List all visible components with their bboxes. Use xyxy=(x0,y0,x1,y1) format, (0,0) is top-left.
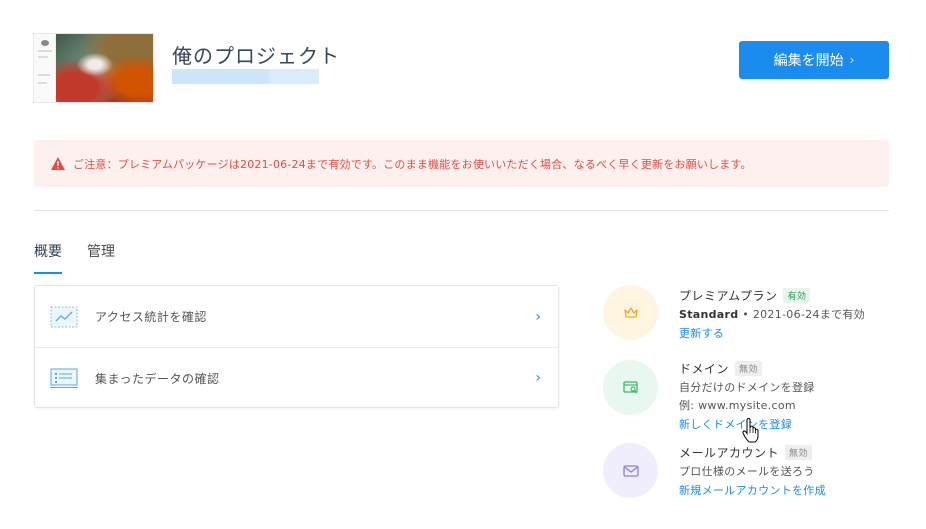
tab-manage[interactable]: 管理 xyxy=(87,241,115,274)
start-editing-button[interactable]: 編集を開始 › xyxy=(739,41,889,79)
domain-title: ドメイン xyxy=(679,362,730,376)
chevron-right-icon: › xyxy=(535,370,541,386)
mail-account-title: メールアカウント xyxy=(679,446,780,460)
collected-data-row[interactable]: 集まったデータの確認 › xyxy=(35,347,558,408)
status-badge: 有効 xyxy=(783,288,811,303)
waterfall-image xyxy=(56,34,153,102)
project-title: 俺のプロジェクト xyxy=(172,44,340,68)
access-stats-label: アクセス統計を確認 xyxy=(95,310,207,324)
hand-cursor-icon xyxy=(742,418,759,443)
premium-expiry-alert: ご注意：プレミアムパッケージは2021-06-24まで有効です。このまま機能をお… xyxy=(34,140,889,187)
crown-icon xyxy=(623,307,638,318)
domain-icon xyxy=(622,381,638,394)
status-badge: 無効 xyxy=(735,361,763,376)
mail-icon xyxy=(622,464,639,477)
domain-description: 自分だけのドメインを登録 xyxy=(679,381,815,394)
tab-bar: 概要 管理 xyxy=(34,241,140,274)
project-thumbnail xyxy=(33,33,154,103)
quick-actions-card: アクセス統計を確認 › 集まったデータの確認 › xyxy=(34,285,559,408)
access-stats-row[interactable]: アクセス統計を確認 › xyxy=(35,286,558,347)
mail-icon-circle xyxy=(603,443,658,498)
project-url-redacted xyxy=(172,69,319,84)
create-mail-account-link[interactable]: 新規メールアカウントを作成 xyxy=(679,482,926,498)
list-icon xyxy=(50,368,78,388)
renew-link[interactable]: 更新する xyxy=(679,325,926,341)
warning-icon xyxy=(51,157,65,170)
alert-message: ご注意：プレミアムパッケージは2021-06-24まで有効です。このまま機能をお… xyxy=(73,157,752,171)
thumbnail-sidebar xyxy=(34,34,56,102)
register-domain-link[interactable]: 新しくドメインを登録 xyxy=(679,416,926,432)
domain-example: 例: www.mysite.com xyxy=(679,399,796,412)
chart-icon xyxy=(50,306,78,327)
section-divider xyxy=(34,210,889,211)
plan-expiry: • 2021-06-24まで有効 xyxy=(738,308,865,321)
plan-name: Standard xyxy=(679,308,739,321)
domain-icon-circle xyxy=(603,360,658,415)
status-badge: 無効 xyxy=(785,445,813,460)
mail-description: プロ仕様のメールを送ろう xyxy=(679,465,815,478)
chevron-right-icon: › xyxy=(535,308,541,325)
premium-plan-title: プレミアムプラン xyxy=(679,289,778,303)
collected-data-label: 集まったデータの確認 xyxy=(95,371,220,386)
start-editing-label: 編集を開始 xyxy=(773,53,844,69)
tab-overview[interactable]: 概要 xyxy=(34,241,62,274)
premium-icon-circle xyxy=(603,285,658,340)
chevron-right-icon: › xyxy=(849,53,855,67)
